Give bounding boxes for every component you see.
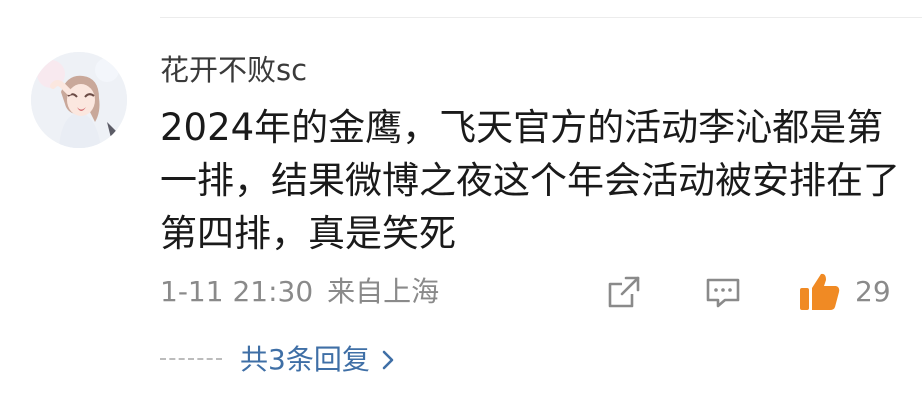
- share-button[interactable]: [604, 270, 644, 314]
- like-button[interactable]: 29: [797, 270, 891, 314]
- username[interactable]: 花开不败sc: [160, 52, 307, 88]
- share-icon: [608, 276, 640, 308]
- view-replies-link[interactable]: 共3条回复: [160, 340, 396, 380]
- dashed-divider: [160, 358, 222, 362]
- replies-label: 共3条回复: [240, 343, 370, 376]
- comment-button[interactable]: [703, 270, 743, 314]
- chevron-right-icon: [380, 349, 396, 371]
- thumbs-up-icon: [800, 273, 840, 310]
- location: 来自上海: [327, 275, 440, 308]
- comment-text: 2024年的金鹰，飞天官方的活动李沁都是第一排，结果微博之夜这个年会活动被安排在…: [160, 106, 900, 255]
- comment-meta: 1-11 21:30 来自上海: [160, 274, 439, 310]
- top-divider: [160, 17, 922, 18]
- avatar[interactable]: [31, 52, 127, 148]
- like-count: 29: [855, 275, 891, 308]
- avatar-illustration: [31, 52, 127, 148]
- comment-icon: [706, 278, 740, 308]
- timestamp: 1-11 21:30: [160, 275, 314, 308]
